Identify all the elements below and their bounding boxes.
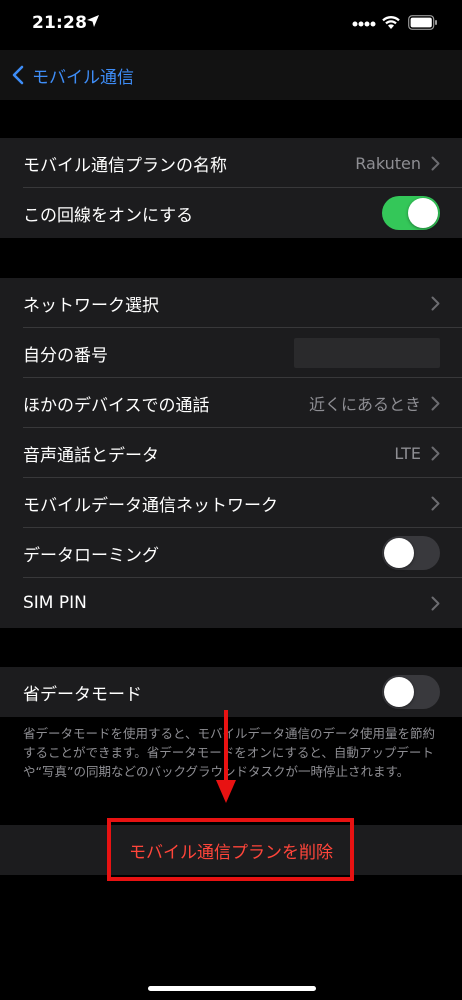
status-bar: 21:28: [0, 0, 462, 50]
location-arrow-icon: [87, 15, 99, 27]
mobile-data-network-label: モバイルデータ通信ネットワーク: [23, 495, 278, 516]
annotation-highlight-box: [107, 818, 354, 881]
data-roaming-toggle[interactable]: [382, 536, 440, 570]
row-line-on: この回線をオンにする: [0, 188, 462, 238]
voice-data-value: LTE: [394, 443, 421, 463]
line-on-toggle[interactable]: [382, 196, 440, 230]
battery-icon: [408, 15, 437, 30]
low-data-mode-label: 省データモード: [23, 684, 142, 705]
back-button[interactable]: モバイル通信: [12, 60, 134, 90]
row-network-select[interactable]: ネットワーク選択: [0, 278, 462, 328]
row-plan-name[interactable]: モバイル通信プランの名称 Rakuten: [0, 138, 462, 188]
navigation-bar: モバイル通信: [0, 50, 462, 100]
data-roaming-label: データローミング: [23, 545, 159, 566]
line-on-label: この回線をオンにする: [23, 205, 194, 226]
toggle-knob: [408, 198, 438, 228]
plan-settings-group: モバイル通信プランの名称 Rakuten この回線をオンにする: [0, 138, 462, 238]
home-indicator: [148, 986, 316, 991]
network-settings-group: ネットワーク選択 自分の番号 ほかのデバイスでの通話 近くにあるとき 音声通話と…: [0, 278, 462, 628]
chevron-right-icon: [431, 396, 440, 410]
row-sim-pin[interactable]: SIM PIN: [0, 578, 462, 628]
row-my-number: 自分の番号: [0, 328, 462, 378]
annotation-arrow-icon: [216, 710, 236, 803]
row-other-devices[interactable]: ほかのデバイスでの通話 近くにあるとき: [0, 378, 462, 428]
chevron-right-icon: [431, 596, 440, 610]
plan-name-value: Rakuten: [355, 153, 421, 173]
my-number-redacted: [294, 338, 440, 368]
sim-pin-label: SIM PIN: [23, 593, 87, 613]
toggle-knob: [384, 677, 414, 707]
row-data-roaming: データローミング: [0, 528, 462, 578]
chevron-right-icon: [431, 296, 440, 310]
my-number-label: 自分の番号: [23, 345, 108, 366]
low-data-mode-toggle[interactable]: [382, 675, 440, 709]
chevron-right-icon: [431, 496, 440, 510]
row-voice-data[interactable]: 音声通話とデータ LTE: [0, 428, 462, 478]
wifi-icon: [382, 15, 400, 29]
chevron-right-icon: [431, 156, 440, 170]
other-devices-value: 近くにあるとき: [308, 395, 421, 414]
back-label: モバイル通信: [32, 67, 134, 88]
other-devices-label: ほかのデバイスでの通話: [23, 395, 210, 416]
row-mobile-data-network[interactable]: モバイルデータ通信ネットワーク: [0, 478, 462, 528]
voice-data-label: 音声通話とデータ: [23, 445, 159, 466]
network-select-label: ネットワーク選択: [23, 295, 159, 316]
toggle-knob: [384, 538, 414, 568]
status-time: 21:28: [32, 13, 88, 33]
plan-name-label: モバイル通信プランの名称: [23, 155, 227, 176]
chevron-right-icon: [431, 446, 440, 460]
chevron-left-icon: [12, 65, 24, 85]
cellular-signal-icon: [352, 21, 376, 27]
